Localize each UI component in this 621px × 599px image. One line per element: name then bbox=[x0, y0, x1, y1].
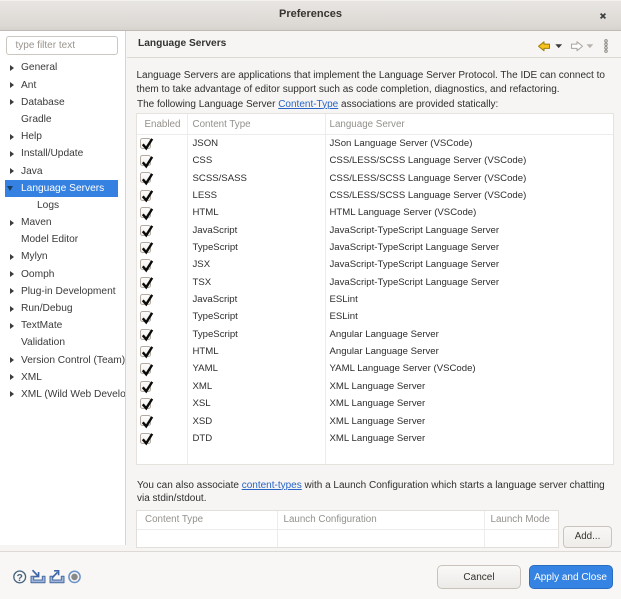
svg-text:?: ? bbox=[16, 571, 22, 583]
